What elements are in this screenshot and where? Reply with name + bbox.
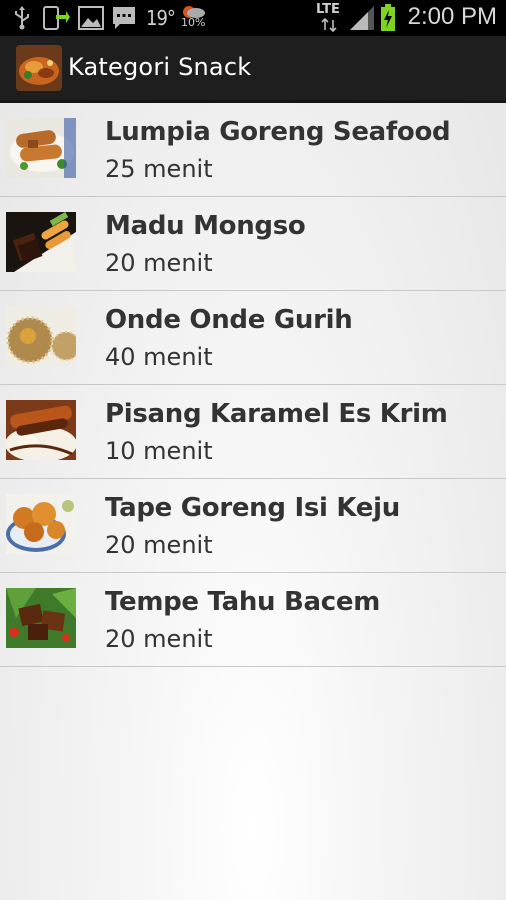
recipe-thumbnail <box>6 118 76 178</box>
list-item[interactable]: Madu Mongso 20 menit <box>0 197 506 291</box>
signal-icon <box>349 5 375 31</box>
recipe-title: Pisang Karamel Es Krim <box>105 399 448 429</box>
recipe-title: Tempe Tahu Bacem <box>105 587 381 617</box>
recipe-duration: 25 menit <box>105 155 213 183</box>
usb-icon <box>12 6 32 30</box>
recipe-thumbnail <box>6 400 76 460</box>
recipe-title: Tape Goreng Isi Keju <box>105 493 400 523</box>
recipe-thumbnail <box>6 588 76 648</box>
message-icon <box>111 5 137 31</box>
recipe-thumbnail <box>6 212 76 272</box>
recipe-duration: 20 menit <box>105 249 213 277</box>
list-item[interactable]: Onde Onde Gurih 40 menit <box>0 291 506 385</box>
recipe-title: Onde Onde Gurih <box>105 305 353 335</box>
image-icon <box>78 6 104 30</box>
action-bar: Kategori Snack <box>0 36 506 103</box>
list-item[interactable]: Pisang Karamel Es Krim 10 menit <box>0 385 506 479</box>
list-item[interactable]: Lumpia Goreng Seafood 25 menit <box>0 103 506 197</box>
phone-sync-icon <box>42 5 70 31</box>
recipe-duration: 10 menit <box>105 437 213 465</box>
recipe-title: Madu Mongso <box>105 211 306 241</box>
list-item[interactable]: Tempe Tahu Bacem 20 menit <box>0 573 506 667</box>
temperature-text: 19° <box>146 6 176 30</box>
list-item[interactable]: Tape Goreng Isi Keju 20 menit <box>0 479 506 573</box>
network-type: LTE <box>316 2 340 17</box>
recipe-thumbnail <box>6 494 76 554</box>
recipe-duration: 20 menit <box>105 531 213 559</box>
page-title: Kategori Snack <box>68 53 252 81</box>
weather-percent-text: 10% <box>181 16 206 29</box>
recipe-thumbnail <box>6 306 76 366</box>
clock-time: 2:00 PM <box>407 3 497 30</box>
status-bar: 19° 10% LTE 2:00 PM <box>0 0 506 36</box>
recipe-duration: 40 menit <box>105 343 213 371</box>
recipe-title: Lumpia Goreng Seafood <box>105 117 451 147</box>
recipe-list: Lumpia Goreng Seafood 25 menit Madu Mong… <box>0 103 506 667</box>
app-food-icon[interactable] <box>16 45 62 91</box>
recipe-duration: 20 menit <box>105 625 213 653</box>
data-arrows-icon <box>320 18 338 32</box>
battery-charging-icon <box>380 4 396 32</box>
